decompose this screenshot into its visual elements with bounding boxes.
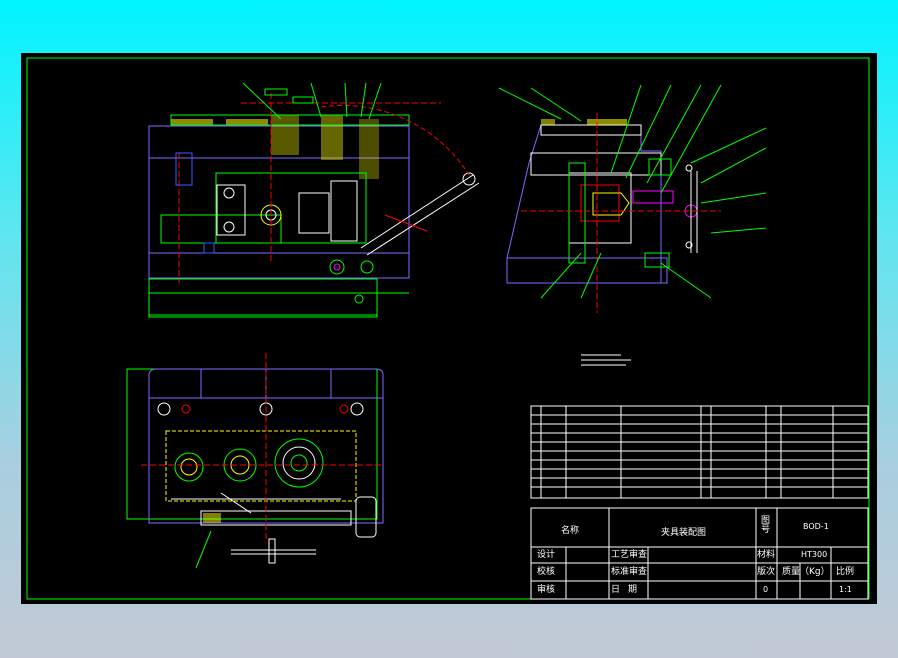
standard-review-label: 标准审查 bbox=[611, 567, 648, 577]
top-view bbox=[126, 353, 384, 569]
drawing-sheet: 名称 夹具装配图 图号 BOD-1 材料 HT300 版次 质量（Kg） 比例 … bbox=[21, 53, 877, 604]
front-view bbox=[148, 82, 480, 318]
material-label: 材料 bbox=[757, 550, 776, 560]
audit-label: 审核 bbox=[537, 585, 556, 595]
drawing-no-label: 图号 bbox=[761, 516, 771, 535]
process-review-label: 工艺审查 bbox=[611, 550, 648, 560]
drawing-no: BOD-1 bbox=[803, 522, 829, 531]
scale-label: 比例 bbox=[836, 567, 855, 577]
check-label: 校核 bbox=[537, 567, 556, 577]
tech-notes bbox=[581, 354, 631, 366]
cad-drawing bbox=[26, 57, 870, 600]
scale-value: 1:1 bbox=[839, 585, 852, 594]
design-label: 设计 bbox=[537, 550, 556, 560]
side-view bbox=[498, 84, 767, 313]
mass-label: 质量（Kg） bbox=[782, 567, 830, 577]
drawing-name: 夹具装配图 bbox=[661, 528, 707, 538]
material-value: HT300 bbox=[801, 550, 828, 559]
date-label: 日期 bbox=[611, 585, 646, 595]
name-label: 名称 bbox=[561, 526, 580, 536]
batch-label: 版次 bbox=[757, 567, 776, 577]
parts-list bbox=[530, 405, 869, 499]
batch-value: 0 bbox=[763, 585, 769, 594]
